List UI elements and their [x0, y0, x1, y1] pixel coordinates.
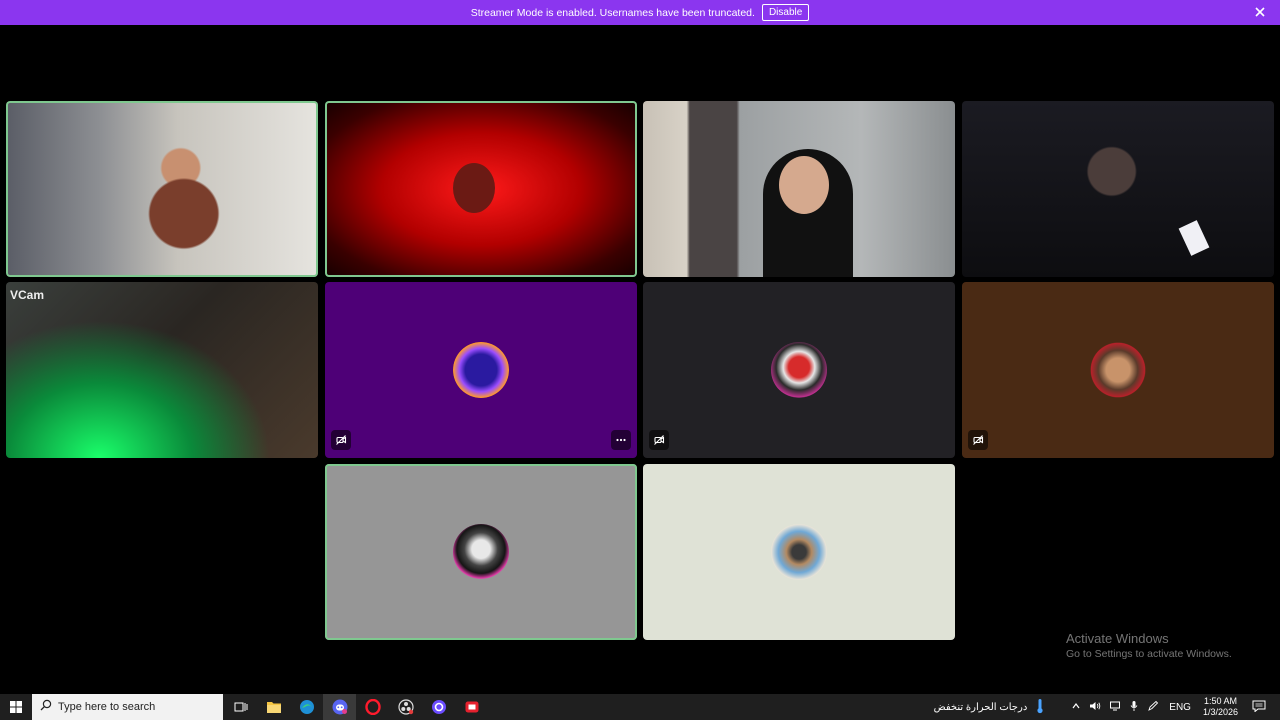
avatar-tile-dark[interactable]: [643, 282, 955, 458]
taskbar-search-box[interactable]: [32, 694, 223, 720]
file-explorer-icon[interactable]: [257, 694, 290, 720]
video-tile-2[interactable]: [325, 101, 637, 277]
ring-light: [1178, 220, 1210, 256]
video-tile-4[interactable]: [962, 101, 1274, 277]
discord-icon[interactable]: [323, 694, 356, 720]
avatar-tile-gray[interactable]: [325, 464, 637, 640]
task-view-icon[interactable]: [224, 694, 257, 720]
avatar-tile-light[interactable]: [643, 464, 955, 640]
avatar-tile-purple[interactable]: [325, 282, 637, 458]
user-avatar: [771, 342, 827, 398]
microphone-icon[interactable]: [1129, 700, 1139, 715]
streamer-mode-banner: Streamer Mode is enabled. Usernames have…: [0, 0, 1280, 25]
network-icon[interactable]: [1109, 700, 1121, 715]
watermark-title: Activate Windows: [1066, 631, 1169, 646]
search-icon: [40, 698, 52, 716]
clock-date: 1/3/2026: [1202, 707, 1238, 717]
camera-off-icon: [649, 430, 669, 450]
person-face: [779, 156, 829, 214]
opera-icon[interactable]: [356, 694, 389, 720]
user-avatar: [771, 524, 827, 580]
avatar-tile-brown[interactable]: [962, 282, 1274, 458]
system-tray: درجات الحرارة تنخفض ENG 1:50 AM 1/3/2026: [934, 694, 1280, 720]
windows-start-icon[interactable]: [0, 694, 32, 720]
edge-icon[interactable]: [290, 694, 323, 720]
clock-time: 1:50 AM: [1203, 696, 1237, 706]
more-options-icon[interactable]: [611, 430, 631, 450]
vcam-overlay-text: VCam: [10, 288, 45, 302]
camera-off-icon: [331, 430, 351, 450]
discord-call-screen: Streamer Mode is enabled. Usernames have…: [0, 0, 1280, 720]
notification-icon[interactable]: [1252, 700, 1266, 715]
close-icon[interactable]: [1253, 5, 1267, 19]
camera-off-icon: [968, 430, 988, 450]
taskbar-clock[interactable]: 1:50 AM 1/3/2026: [1203, 696, 1238, 718]
user-avatar: [1090, 342, 1146, 398]
disable-streamer-mode-button[interactable]: Disable: [761, 4, 810, 21]
pen-icon[interactable]: [1147, 700, 1159, 715]
search-input[interactable]: [58, 701, 208, 713]
weather-widget[interactable]: درجات الحرارة تنخفض: [934, 698, 1054, 717]
windows-taskbar: درجات الحرارة تنخفض ENG 1:50 AM 1/3/2026: [0, 694, 1280, 720]
video-tile-1[interactable]: [6, 101, 318, 277]
video-tile-5[interactable]: VCam: [6, 282, 318, 458]
chevron-up-icon[interactable]: [1071, 701, 1081, 714]
weather-text: درجات الحرارة تنخفض: [933, 701, 1028, 713]
app-icon[interactable]: [455, 694, 488, 720]
user-avatar: [453, 342, 509, 398]
streamer-mode-message: Streamer Mode is enabled. Usernames have…: [470, 6, 755, 19]
watermark-subtitle: Go to Settings to activate Windows.: [1066, 648, 1232, 660]
obs-icon[interactable]: [389, 694, 422, 720]
activate-windows-watermark: Activate Windows Go to Settings to activ…: [1066, 631, 1232, 660]
app-icon[interactable]: [422, 694, 455, 720]
video-tile-3[interactable]: [643, 101, 955, 277]
language-indicator[interactable]: ENG: [1169, 702, 1191, 713]
user-avatar: [453, 524, 509, 580]
speaker-icon[interactable]: [1089, 700, 1101, 715]
thermometer-icon: [1035, 698, 1045, 717]
person-silhouette: [453, 163, 495, 213]
